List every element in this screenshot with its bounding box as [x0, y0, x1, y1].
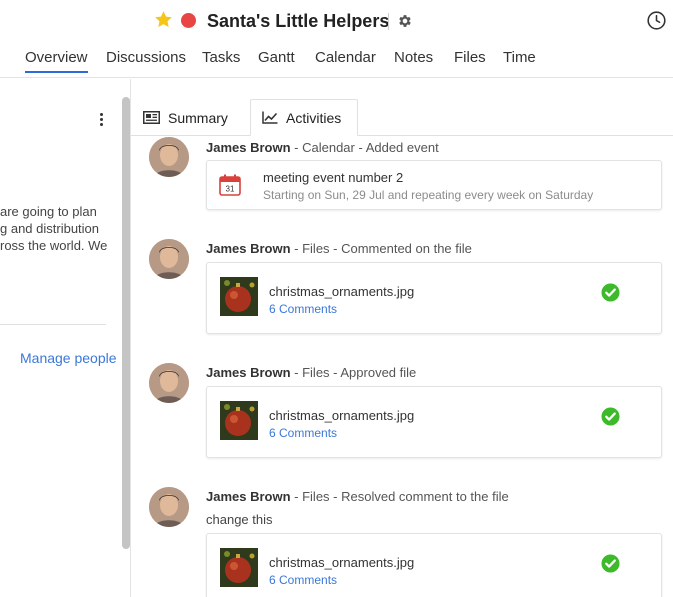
activity-header: James Brown - Calendar - Added event [206, 140, 439, 155]
file-card[interactable]: christmas_ornaments.jpg 6 Comments [206, 533, 662, 597]
file-thumbnail[interactable] [220, 548, 258, 587]
tab-activities[interactable]: Activities [250, 99, 358, 136]
tab-time[interactable]: Time [503, 49, 536, 66]
project-description-line: ross the world. We [0, 238, 108, 253]
activity-user[interactable]: James Brown [206, 241, 291, 256]
activity-user[interactable]: James Brown [206, 489, 291, 504]
project-title: Santa's Little Helpers [207, 11, 390, 31]
avatar[interactable] [149, 487, 189, 527]
file-thumbnail[interactable] [220, 401, 258, 440]
clock-icon[interactable] [646, 10, 667, 31]
divider [0, 324, 106, 325]
activity-header: James Brown - Files - Approved file [206, 365, 416, 380]
activity-action: - Files - Resolved comment to the file [290, 489, 509, 504]
project-description-line: are going to plan [0, 204, 97, 219]
comments-link[interactable]: 6 Comments [269, 426, 337, 440]
file-card[interactable]: christmas_ornaments.jpg 6 Comments [206, 386, 662, 458]
tab-files[interactable]: Files [454, 49, 486, 66]
left-panel-scrollbar[interactable] [122, 97, 130, 549]
more-options-icon[interactable] [97, 113, 105, 129]
avatar[interactable] [149, 239, 189, 279]
file-card[interactable]: christmas_ornaments.jpg 6 Comments [206, 262, 662, 334]
project-info-panel: are going to plan g and distribution ros… [0, 79, 122, 597]
tab-calendar[interactable]: Calendar [315, 49, 376, 66]
tab-gantt[interactable]: Gantt [258, 49, 295, 66]
activity-action: - Files - Approved file [290, 365, 417, 380]
file-name[interactable]: christmas_ornaments.jpg [269, 408, 414, 423]
star-icon[interactable] [154, 10, 173, 29]
manage-people-link[interactable]: Manage people [20, 350, 117, 366]
file-name[interactable]: christmas_ornaments.jpg [269, 555, 414, 570]
event-card[interactable]: 31 meeting event number 2 Starting on Su… [206, 160, 662, 210]
activity-comment: change this [206, 512, 273, 527]
activity-panel: Summary Activities James Brown - Calenda… [131, 79, 673, 597]
tab-notes[interactable]: Notes [394, 49, 433, 66]
event-schedule: Starting on Sun, 29 Jul and repeating ev… [263, 188, 594, 202]
activity-action: - Calendar - Added event [290, 140, 439, 155]
title-divider [388, 13, 389, 30]
avatar[interactable] [149, 137, 189, 177]
tab-summary-label: Summary [168, 109, 228, 126]
comments-link[interactable]: 6 Comments [269, 302, 337, 316]
tab-tasks[interactable]: Tasks [202, 49, 240, 66]
file-name[interactable]: christmas_ornaments.jpg [269, 284, 414, 299]
approved-check-icon [601, 554, 620, 573]
tab-overview[interactable]: Overview [25, 49, 88, 73]
project-description-line: g and distribution [0, 221, 100, 236]
tab-discussions[interactable]: Discussions [106, 49, 186, 66]
approved-check-icon [601, 407, 620, 426]
tab-summary[interactable]: Summary [139, 99, 232, 136]
calendar-day: 31 [226, 185, 235, 194]
activity-action: - Files - Commented on the file [290, 241, 472, 256]
activity-header: James Brown - Files - Resolved comment t… [206, 489, 509, 504]
project-header: Santa's Little Helpers Overview Discussi… [0, 0, 673, 78]
newspaper-icon [143, 111, 160, 124]
line-chart-icon [262, 111, 278, 124]
file-thumbnail[interactable] [220, 277, 258, 316]
approved-check-icon [601, 283, 620, 302]
activity-user[interactable]: James Brown [206, 365, 291, 380]
event-title: meeting event number 2 [263, 170, 404, 185]
tab-activities-label: Activities [286, 109, 342, 126]
avatar[interactable] [149, 363, 189, 403]
activity-header: James Brown - Files - Commented on the f… [206, 241, 472, 256]
activity-user[interactable]: James Brown [206, 140, 291, 155]
calendar-icon: 31 [219, 174, 241, 196]
status-dot[interactable] [181, 13, 196, 28]
gear-icon[interactable] [397, 13, 413, 29]
subtabs: Summary Activities [131, 79, 673, 136]
comments-link[interactable]: 6 Comments [269, 573, 337, 587]
